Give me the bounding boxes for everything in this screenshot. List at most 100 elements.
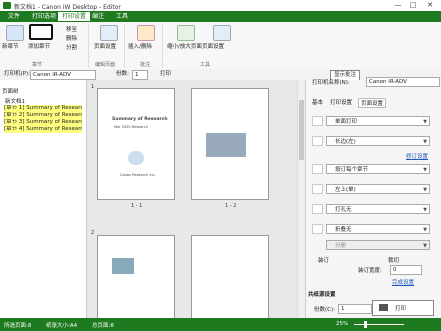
insert-annotation-icon[interactable]	[137, 25, 155, 41]
booklet-select[interactable]: 分册 ▼	[326, 240, 430, 250]
paper-source-section: 共纸源设置	[308, 292, 336, 298]
printer-select[interactable]: Canon iR-ADV	[30, 70, 96, 80]
staple-select[interactable]: 按订每个章节 ▼	[326, 164, 430, 174]
zoom-button[interactable]: 缩小/放大页面	[167, 42, 202, 50]
window-title: 新文档1 - Canon iW Desktop - Editor	[14, 4, 121, 11]
tab-basic[interactable]: 基本	[312, 98, 323, 106]
ribbon-divider	[88, 24, 89, 68]
page-tree-panel: 页面树 新文档1 [章节 1] Summary of Research [章节 …	[0, 80, 87, 318]
insert-annotation-button[interactable]: 插入/删除	[128, 42, 152, 50]
menu-print-settings[interactable]: 打印设置	[58, 12, 91, 21]
page-thumbnail[interactable]: Summary of Research Mar 2020 Research Ca…	[97, 88, 175, 200]
copies-label: 份数(C):	[314, 307, 335, 313]
binding-value: 长边(左)	[335, 139, 356, 145]
page-thumbnail[interactable]	[191, 235, 269, 320]
page-subtitle: Mar 2020 Research	[114, 125, 148, 129]
tree-root[interactable]: 新文档1	[5, 97, 25, 105]
edit-pages-button[interactable]: 页面设置	[202, 42, 224, 50]
zoom-level: 25%	[336, 321, 349, 327]
page-thumbnails-area: 1 Summary of Research Mar 2020 Research …	[87, 80, 297, 320]
duplex-value: 单面打印	[335, 119, 358, 125]
punch-value: 打孔无	[335, 207, 352, 213]
maximize-button[interactable]: □	[407, 1, 419, 10]
new-chapter-icon[interactable]	[6, 25, 24, 41]
menu-tools[interactable]: 工具	[112, 12, 132, 21]
page-org: Canon Research Inc.	[120, 173, 156, 177]
close-button[interactable]: ✕	[424, 1, 436, 10]
edit-pages-icon[interactable]	[213, 25, 231, 41]
print-button[interactable]: 打印	[372, 300, 434, 316]
punch-icon	[312, 204, 323, 214]
ribbon-divider	[162, 24, 163, 68]
trim-checkbox[interactable]: 裁切	[388, 256, 399, 264]
fold-value: 折叠无	[335, 227, 352, 233]
ribbon: 新章节 添加章节 移至 删除 分割 页面设置 插入/删除 缩小/放大页面 页面设…	[0, 22, 441, 70]
print-settings-panel: 打印机名称(N): Canon iR-ADV 基本 打印设置 页面设置 单面打印…	[305, 77, 441, 318]
ribbon-divider	[124, 24, 125, 68]
printer-name-select[interactable]: Canon iR-ADV	[366, 77, 440, 87]
staple-position-select[interactable]: 左上(单) ▼	[326, 184, 430, 194]
binding-width-input[interactable]: 0	[390, 265, 422, 275]
chevron-down-icon: ▼	[423, 207, 427, 213]
page-settings-button[interactable]: 页面设置	[94, 42, 116, 50]
tree-item[interactable]: [章节 4] Summary of Research	[4, 126, 82, 133]
modify-settings-link[interactable]: 修订设置	[406, 152, 428, 160]
staple-value: 按订每个章节	[335, 167, 369, 173]
zoom-icon[interactable]	[177, 25, 195, 41]
binding-icon	[312, 136, 323, 146]
split-button[interactable]: 分割	[66, 43, 77, 51]
staple-icon	[312, 164, 323, 174]
page-tree-title: 页面树	[2, 89, 19, 95]
section-number: 1	[91, 84, 95, 90]
menu-print-options[interactable]: 打印选项	[28, 12, 60, 21]
copies-input[interactable]: 1	[132, 70, 148, 80]
minimize-button[interactable]: —	[392, 1, 404, 10]
staple-position-icon	[312, 184, 323, 194]
menu-annotations[interactable]: 编注	[88, 12, 108, 21]
chevron-down-icon: ▼	[423, 167, 427, 173]
menu-file[interactable]: 文件	[4, 12, 24, 21]
tree-item[interactable]: [章节 3] Summary of Research	[4, 119, 82, 126]
printer-name-label: 打印机名称(N):	[312, 80, 350, 86]
paper-size-status: 纸张大小:A4	[46, 323, 78, 329]
tree-item[interactable]: [章节 1] Summary of Research	[4, 105, 82, 112]
page-thumbnail[interactable]	[191, 88, 269, 200]
chevron-down-icon: ▼	[423, 187, 427, 193]
group-page-edit: 编辑页面	[95, 62, 116, 68]
copies-label: 份数:	[116, 71, 129, 77]
printer-icon	[379, 304, 388, 311]
add-chapter-button[interactable]: 添加章节	[28, 42, 50, 50]
punch-select[interactable]: 打孔无 ▼	[326, 204, 430, 214]
print-button[interactable]: 打印	[160, 70, 171, 79]
zoom-slider-thumb[interactable]	[364, 321, 367, 328]
delete-button[interactable]: 删除	[66, 34, 77, 42]
fold-icon	[312, 224, 323, 234]
print-button-label: 打印	[395, 306, 407, 312]
binding-checkbox[interactable]: 装订	[318, 256, 329, 264]
chevron-down-icon: ▼	[423, 139, 427, 145]
page-photo	[112, 258, 134, 274]
duplex-select[interactable]: 单面打印 ▼	[326, 116, 430, 126]
tab-page-settings[interactable]: 页面设置	[358, 98, 387, 108]
tree-item[interactable]: [章节 2] Summary of Research	[4, 112, 82, 119]
move-to-button[interactable]: 移至	[66, 25, 77, 33]
chevron-down-icon: ▼	[423, 119, 427, 125]
complete-settings-link[interactable]: 完成设置	[392, 278, 414, 286]
staple-position-value: 左上(单)	[335, 187, 356, 193]
group-tools: 工具	[200, 62, 211, 68]
page-photo	[206, 133, 246, 157]
binding-width-label: 装订宽度:	[358, 268, 382, 274]
total-pages-status: 总页面:8	[92, 323, 114, 329]
menu-bar: 文件 打印选项 打印设置 编注 工具	[0, 11, 441, 22]
add-chapter-icon[interactable]	[29, 24, 53, 40]
copies-input[interactable]: 1	[338, 304, 372, 314]
fold-select[interactable]: 折叠无 ▼	[326, 224, 430, 234]
new-chapter-button[interactable]: 新章节	[2, 42, 19, 50]
page-thumbnail[interactable]	[97, 235, 175, 320]
tab-print-settings[interactable]: 打印设置	[330, 98, 352, 106]
scroll-thumb[interactable]	[299, 100, 304, 160]
binding-select[interactable]: 长边(左) ▼	[326, 136, 430, 146]
chevron-down-icon: ▼	[423, 243, 427, 249]
zoom-slider[interactable]	[354, 324, 404, 325]
page-settings-icon[interactable]	[100, 25, 118, 41]
